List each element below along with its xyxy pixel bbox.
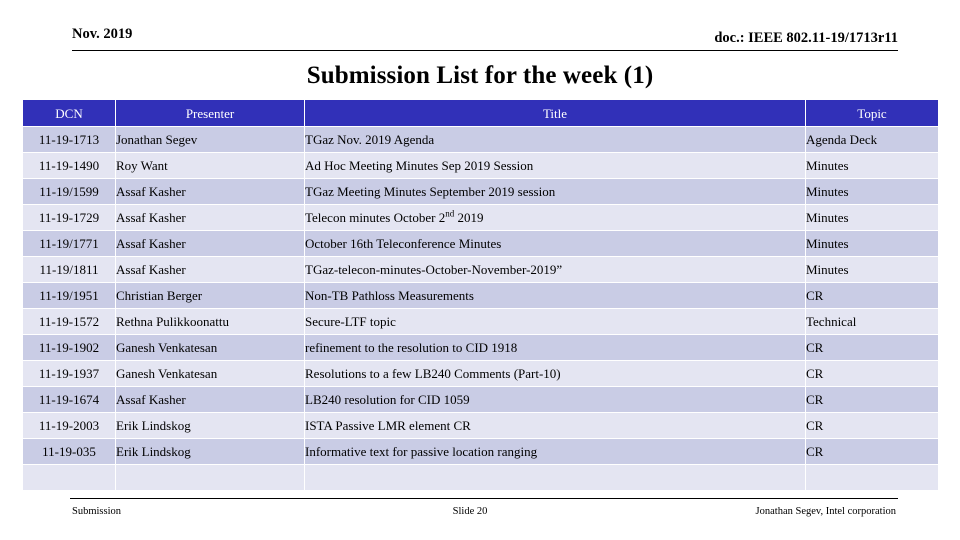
footer-author: Jonathan Segev, Intel corporation	[755, 506, 896, 517]
table-row[interactable]: 11-19-1674 Assaf Kasher LB240 resolution f…	[23, 387, 938, 412]
cell-title: Secure-LTF topic	[305, 309, 805, 334]
cell-title: Telecon minutes October 2nd 2019	[305, 205, 805, 230]
cell-presenter: Assaf Kasher	[116, 205, 304, 230]
cell-presenter: Jonathan Segev	[116, 127, 304, 152]
cell-presenter: Assaf Kasher	[116, 179, 304, 204]
table-row[interactable]: 11-19-1572 Rethna Pulikkoonattu Secure-LTF…	[23, 309, 938, 334]
cell-presenter: Ganesh Venkatesan	[116, 361, 304, 386]
page-title: Submission List for the week (1)	[306, 62, 654, 89]
submission-table-container: DCN Presenter Title Topic 11-19-1713 Jona…	[22, 99, 938, 491]
cell-title: ISTA Passive LMR element CR	[305, 413, 805, 438]
cell-title: Ad Hoc Meeting Minutes Sep 2019 Session	[305, 153, 805, 178]
table-row[interactable]: 11-19/1811 Assaf Kasher TGaz-telecon-minut…	[23, 257, 938, 282]
cell-topic: CR	[806, 387, 938, 412]
header-doc-number: doc.: IEEE 802.11-19/1713r11	[714, 30, 898, 46]
submission-table: DCN Presenter Title Topic 11-19-1713 Jona…	[22, 99, 939, 491]
table-row[interactable]: 11-19-2003 Erik Lindskog ISTA Passive LMR …	[23, 413, 938, 438]
cell-presenter: Roy Want	[116, 153, 304, 178]
column-header-dcn[interactable]: DCN	[23, 100, 115, 126]
cell-dcn: 11-19/1951	[23, 283, 115, 308]
cell-title: TGaz Meeting Minutes September 2019 sess…	[305, 179, 805, 204]
cell-title	[305, 465, 805, 490]
cell-topic: Minutes	[806, 153, 938, 178]
table-body: 11-19-1713 Jonathan Segev TGaz Nov. 2019 A…	[23, 127, 938, 490]
column-header-title[interactable]: Title	[305, 100, 805, 126]
cell-topic: Minutes	[806, 179, 938, 204]
cell-dcn	[23, 465, 115, 490]
table-row[interactable]: 11-19-035 Erik Lindskog Informative text f…	[23, 439, 938, 464]
cell-topic: Minutes	[806, 205, 938, 230]
cell-dcn: 11-19-1490	[23, 153, 115, 178]
table-header-row: DCN Presenter Title Topic	[23, 100, 938, 126]
table-header: DCN Presenter Title Topic	[23, 100, 938, 126]
cell-presenter: Ganesh Venkatesan	[116, 335, 304, 360]
cell-dcn: 11-19-1713	[23, 127, 115, 152]
cell-topic: Minutes	[806, 257, 938, 282]
cell-topic: CR	[806, 283, 938, 308]
cell-dcn: 11-19/1771	[23, 231, 115, 256]
cell-title: Informative text for passive location ra…	[305, 439, 805, 464]
cell-topic: Agenda Deck	[806, 127, 938, 152]
table-row[interactable]: 11-19-1902 Ganesh Venkatesan refinement to…	[23, 335, 938, 360]
cell-dcn: 11-19/1811	[23, 257, 115, 282]
cell-title: TGaz-telecon-minutes-October-November-20…	[305, 257, 805, 282]
table-row-empty[interactable]	[23, 465, 938, 490]
table-row[interactable]: 11-19/1771 Assaf Kasher October 16th Telec…	[23, 231, 938, 256]
cell-title: Resolutions to a few LB240 Comments (Par…	[305, 361, 805, 386]
cell-topic: CR	[806, 361, 938, 386]
cell-topic	[806, 465, 938, 490]
cell-dcn: 11-19-2003	[23, 413, 115, 438]
cell-presenter: Assaf Kasher	[116, 387, 304, 412]
cell-presenter: Erik Lindskog	[116, 413, 304, 438]
table-row[interactable]: 11-19/1599 Assaf Kasher TGaz Meeting Minut…	[23, 179, 938, 204]
cell-presenter: Rethna Pulikkoonattu	[116, 309, 304, 334]
cell-topic: CR	[806, 335, 938, 360]
cell-presenter: Erik Lindskog	[116, 439, 304, 464]
footer-divider	[70, 498, 898, 499]
cell-presenter: Assaf Kasher	[116, 231, 304, 256]
cell-dcn: 11-19-1937	[23, 361, 115, 386]
table-row[interactable]: 11-19-1937 Ganesh Venkatesan Resolutions t…	[23, 361, 938, 386]
title-superscript: nd	[445, 208, 455, 219]
cell-presenter: Christian Berger	[116, 283, 304, 308]
cell-title: Non-TB Pathloss Measurements	[305, 283, 805, 308]
cell-dcn: 11-19-1674	[23, 387, 115, 412]
column-header-presenter[interactable]: Presenter	[116, 100, 304, 126]
cell-presenter: Assaf Kasher	[116, 257, 304, 282]
cell-dcn: 11-19/1599	[23, 179, 115, 204]
cell-topic: Minutes	[806, 231, 938, 256]
cell-topic: CR	[806, 413, 938, 438]
cell-title: LB240 resolution for CID 1059	[305, 387, 805, 412]
slide-header: Nov. 2019 doc.: IEEE 802.11-19/1713r11	[22, 26, 918, 52]
cell-presenter	[116, 465, 304, 490]
table-row[interactable]: 11-19-1490 Roy Want Ad Hoc Meeting Minutes…	[23, 153, 938, 178]
cell-topic: Technical	[806, 309, 938, 334]
header-date: Nov. 2019	[72, 26, 133, 42]
cell-dcn: 11-19-1729	[23, 205, 115, 230]
header-divider	[72, 50, 898, 51]
cell-dcn: 11-19-1572	[23, 309, 115, 334]
slide-footer: Submission Slide 20 Jonathan Segev, Inte…	[22, 498, 918, 522]
cell-dcn: 11-19-1902	[23, 335, 115, 360]
cell-dcn: 11-19-035	[23, 439, 115, 464]
cell-title: TGaz Nov. 2019 Agenda	[305, 127, 805, 152]
table-row[interactable]: 11-19-1713 Jonathan Segev TGaz Nov. 2019 A…	[23, 127, 938, 152]
cell-title: refinement to the resolution to CID 1918	[305, 335, 805, 360]
column-header-topic[interactable]: Topic	[806, 100, 938, 126]
table-row[interactable]: 11-19-1729 Assaf Kasher Telecon minutes Oc…	[23, 205, 938, 230]
cell-topic: CR	[806, 439, 938, 464]
cell-title: October 16th Teleconference Minutes	[305, 231, 805, 256]
table-row[interactable]: 11-19/1951 Christian Berger Non-TB Pathlos…	[23, 283, 938, 308]
